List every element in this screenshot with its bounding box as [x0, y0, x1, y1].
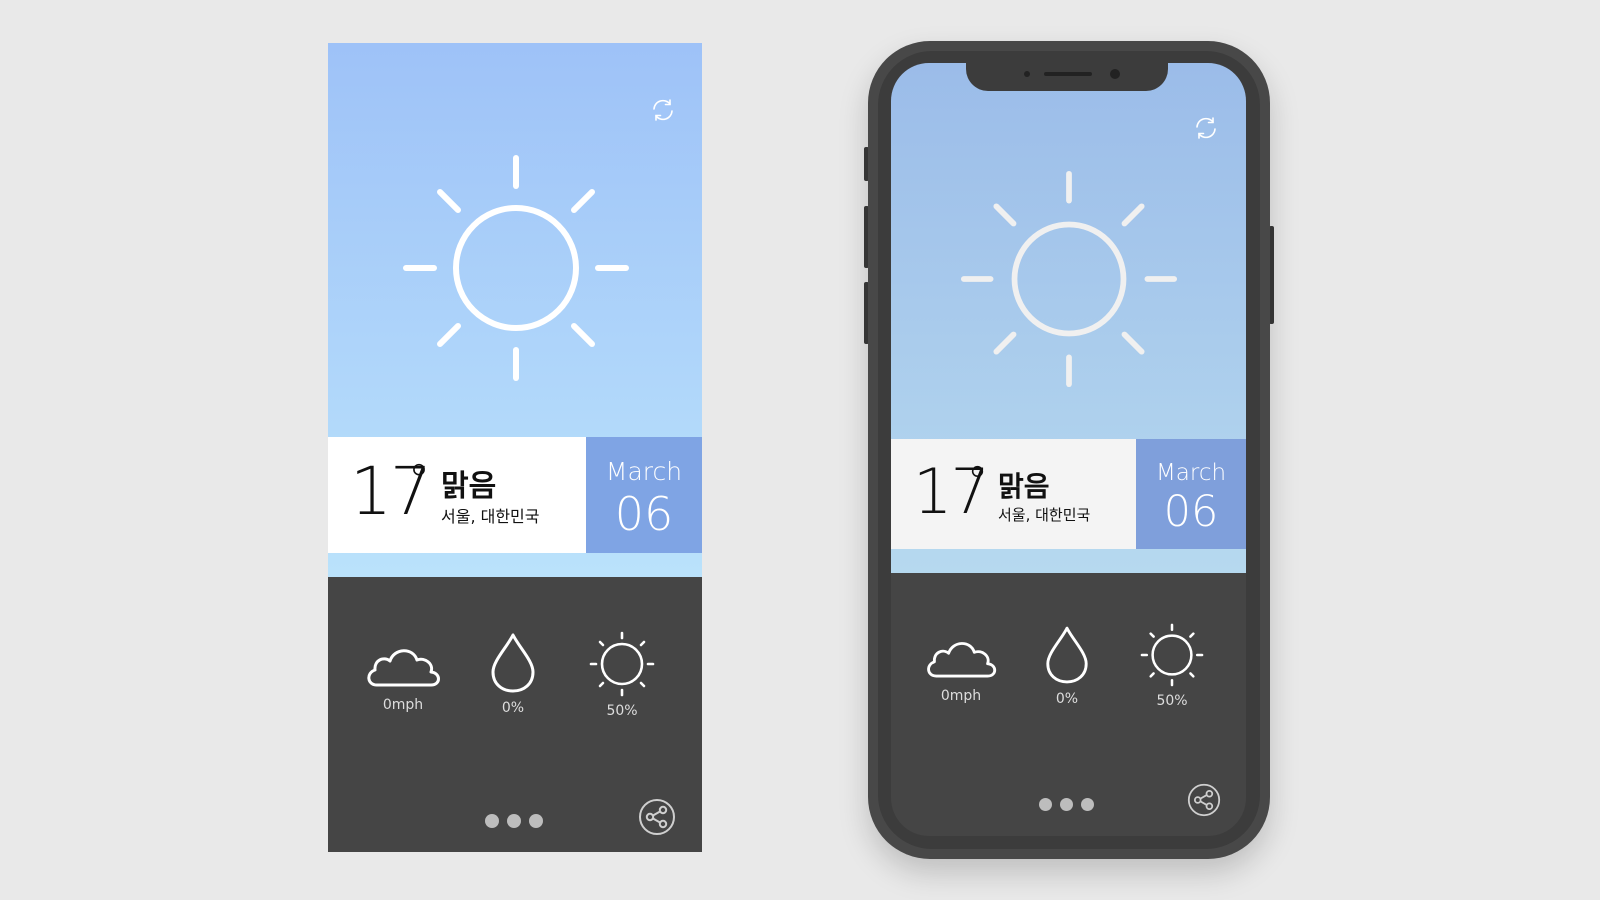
share-button[interactable]	[1187, 783, 1221, 817]
date-day: 06	[614, 487, 674, 541]
date-box: March 06	[586, 437, 702, 553]
cloud-icon	[927, 642, 997, 678]
sun-icon	[402, 154, 630, 382]
date-box: March 06	[1136, 439, 1246, 549]
speaker-grille	[1044, 72, 1092, 76]
share-icon	[1187, 783, 1221, 817]
sun-small-icon	[1140, 623, 1204, 687]
share-button[interactable]	[638, 798, 676, 836]
raindrop-icon	[491, 633, 535, 693]
weather-card: 17 ° 맑음 서울, 대한민국	[891, 439, 1136, 549]
page-dot[interactable]	[507, 814, 521, 828]
degree-symbol: °	[967, 457, 988, 506]
uv-label: 50%	[606, 703, 638, 719]
weather-screen-phone: 17 ° 맑음 서울, 대한민국 March 06 0mph 0% 50%	[891, 63, 1246, 836]
sun-small-icon	[589, 631, 655, 697]
wind-stat: 0mph	[918, 634, 1004, 704]
degree-symbol: °	[408, 455, 430, 506]
page-indicator[interactable]	[1039, 798, 1094, 811]
page-indicator[interactable]	[485, 814, 543, 828]
weather-card: 17 ° 맑음 서울, 대한민국	[328, 437, 586, 553]
sun-icon	[960, 170, 1178, 388]
wind-label: 0mph	[940, 688, 982, 704]
wind-stat: 0mph	[358, 641, 448, 713]
precipitation-stat: 0%	[1029, 625, 1105, 707]
weather-screen-flat: 17 ° 맑음 서울, 대한민국 March 06 0mph 0% 50%	[328, 43, 702, 852]
page-dot[interactable]	[1060, 798, 1073, 811]
front-camera	[1110, 69, 1120, 79]
date-month: March	[605, 457, 683, 486]
location: 서울, 대한민국	[441, 507, 540, 526]
weather-condition: 맑음	[998, 470, 1050, 503]
uv-label: 50%	[1156, 693, 1188, 709]
share-icon	[639, 799, 675, 835]
page-dot[interactable]	[1039, 798, 1052, 811]
phone-notch	[966, 63, 1168, 91]
precipitation-label: 0%	[501, 700, 525, 716]
refresh-icon[interactable]	[1193, 115, 1219, 141]
precipitation-label: 0%	[1055, 691, 1079, 707]
refresh-icon[interactable]	[650, 97, 676, 123]
cloud-icon	[367, 649, 440, 687]
location: 서울, 대한민국	[998, 506, 1091, 524]
uv-stat: 50%	[582, 631, 662, 719]
raindrop-icon	[1046, 626, 1088, 684]
precipitation-stat: 0%	[473, 632, 553, 716]
date-day: 06	[1163, 487, 1219, 537]
proximity-sensor	[1024, 71, 1030, 77]
weather-condition: 맑음	[441, 469, 497, 504]
page-dot[interactable]	[1081, 798, 1094, 811]
page-dot[interactable]	[485, 814, 499, 828]
date-month: March	[1155, 460, 1227, 486]
page-dot[interactable]	[529, 814, 543, 828]
uv-stat: 50%	[1134, 623, 1210, 709]
wind-label: 0mph	[382, 697, 424, 713]
